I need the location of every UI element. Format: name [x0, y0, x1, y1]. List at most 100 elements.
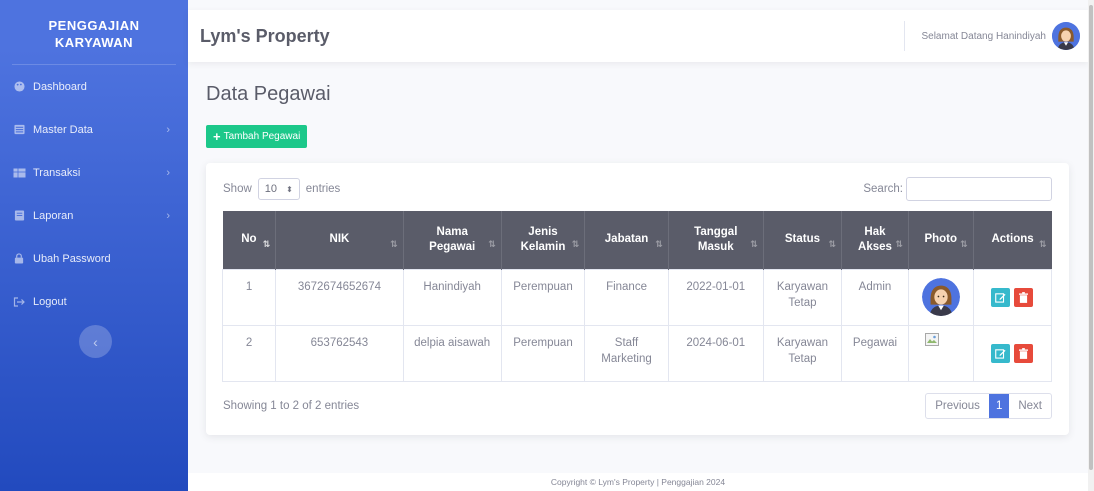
sort-icon: ⇅ — [655, 238, 663, 249]
sidebar-item-label: Logout — [33, 295, 67, 308]
cell-actions — [972, 324, 1053, 382]
topbar: Lym's Property Selamat Datang Hanindiyah — [188, 10, 1088, 62]
database-icon — [12, 123, 26, 137]
chevron-right-icon: › — [166, 209, 170, 222]
sidebar-item-label: Master Data — [33, 123, 93, 136]
column-header-actions[interactable]: Actions ⇅ — [973, 211, 1052, 269]
footer: Copyright © Lym's Property | Penggajian … — [188, 473, 1088, 491]
add-employee-label: Tambah Pegawai — [223, 131, 301, 142]
delete-button[interactable] — [1014, 287, 1034, 307]
column-header-tanggal-masuk[interactable]: Tanggal Masuk ⇅ — [668, 211, 764, 269]
table-row: 2 653762543 delpia aisawah Perempuan Sta… — [221, 324, 1053, 382]
broken-image-icon — [924, 332, 939, 346]
brand-line-2: KARYAWAN — [54, 35, 134, 50]
sidebar-item-label: Transaksi — [33, 166, 81, 179]
column-header-nama[interactable]: Nama Pegawai ⇅ — [403, 211, 502, 269]
sidebar-item-logout[interactable]: Logout — [0, 280, 188, 323]
sidebar-item-transaksi[interactable]: Transaksi › — [0, 151, 188, 194]
user-avatar[interactable] — [1052, 22, 1080, 50]
cell-tanggal-masuk: 2022-01-01 — [667, 268, 764, 326]
sort-icon: ⇅ — [262, 238, 271, 249]
employee-photo — [921, 278, 960, 316]
column-header-hak-akses[interactable]: Hak Akses ⇅ — [841, 211, 909, 269]
trash-icon — [1019, 291, 1029, 303]
chevron-right-icon: › — [166, 166, 170, 179]
plus-icon: + — [213, 129, 221, 144]
page-scrollbar[interactable] — [1088, 0, 1094, 491]
delete-button[interactable] — [1014, 343, 1034, 363]
column-header-jabatan[interactable]: Jabatan ⇅ — [584, 211, 669, 269]
sidebar-item-label: Dashboard — [33, 80, 87, 93]
add-employee-button[interactable]: + Tambah Pegawai — [206, 125, 308, 148]
employee-table: No ⇅ NIK ⇅ Nama Pegawai ⇅ Jenis Kelamin ⇅ Ja… — [221, 211, 1053, 382]
table-header-row: No ⇅ NIK ⇅ Nama Pegawai ⇅ Jenis Kelamin ⇅ Ja… — [222, 211, 1052, 269]
table-row: 1 3672674652674 Hanindiyah Perempuan Fin… — [221, 268, 1053, 326]
search-input[interactable] — [906, 177, 1052, 201]
search-control: Search: — [863, 177, 1052, 201]
pagination: Previous 1 Next — [925, 393, 1052, 419]
column-header-photo[interactable]: Photo ⇅ — [908, 211, 974, 269]
sort-icon: ⇅ — [828, 238, 837, 249]
sidebar-toggle-button[interactable]: ‹ — [79, 325, 112, 358]
column-header-no[interactable]: No ⇅ — [222, 211, 277, 269]
cell-no: 1 — [221, 268, 277, 326]
cell-nik: 3672674652674 — [275, 268, 404, 326]
entries-label: entries — [305, 183, 341, 195]
sort-icon: ⇅ — [960, 238, 968, 249]
cell-jabatan: Staff Marketing — [584, 324, 669, 382]
sidebar-brand[interactable]: PENGGAJIAN KARYAWAN — [0, 0, 188, 64]
sort-icon: ⇅ — [390, 238, 398, 249]
employee-table-card: Show 10 ⬍ entries Search: No ⇅ NIK ⇅ Nama … — [206, 163, 1069, 435]
sidebar: PENGGAJIAN KARYAWAN Dashboard Master Dat… — [0, 0, 188, 491]
cell-jenis-kelamin: Perempuan — [500, 268, 586, 326]
lock-icon — [12, 252, 26, 266]
column-header-nik[interactable]: NIK ⇅ — [275, 211, 404, 269]
cell-photo — [907, 324, 974, 382]
cell-nik: 653762543 — [275, 324, 404, 382]
edit-icon — [995, 348, 1006, 359]
palette-icon — [12, 80, 26, 94]
entries-select-value: 10 — [264, 183, 278, 195]
sidebar-item-ubah-password[interactable]: Ubah Password — [0, 237, 188, 280]
show-entries-control: Show 10 ⬍ entries — [223, 178, 340, 200]
sidebar-item-label: Laporan — [33, 209, 74, 222]
app-title: Lym's Property — [200, 25, 330, 46]
cell-status: Karyawan Tetap — [762, 324, 843, 382]
sort-icon: ⇅ — [895, 238, 903, 249]
sidebar-item-laporan[interactable]: Laporan › — [0, 194, 188, 237]
edit-icon — [995, 292, 1006, 303]
sidebar-item-master-data[interactable]: Master Data › — [0, 108, 188, 151]
pagination-previous[interactable]: Previous — [926, 394, 989, 418]
trash-icon — [1019, 347, 1029, 359]
column-header-status[interactable]: Status ⇅ — [763, 211, 843, 269]
sort-icon: ⇅ — [1038, 238, 1047, 249]
table-icon — [12, 166, 26, 180]
pagination-next[interactable]: Next — [1009, 394, 1051, 418]
select-arrows-icon: ⬍ — [286, 184, 293, 194]
pagination-page-1[interactable]: 1 — [988, 394, 1010, 418]
column-header-jenis-kelamin[interactable]: Jenis Kelamin ⇅ — [501, 211, 586, 269]
cell-photo — [907, 268, 974, 326]
edit-button[interactable] — [991, 287, 1011, 307]
edit-button[interactable] — [991, 343, 1011, 363]
sidebar-item-dashboard[interactable]: Dashboard — [0, 65, 188, 108]
welcome-text[interactable]: Selamat Datang Hanindiyah — [921, 31, 1046, 42]
logout-icon — [12, 295, 26, 309]
cell-nama: Hanindiyah — [402, 268, 502, 326]
show-label: Show — [223, 183, 252, 195]
brand-line-1: PENGGAJIAN — [48, 18, 140, 33]
cell-jenis-kelamin: Perempuan — [500, 324, 586, 382]
cell-no: 2 — [221, 324, 277, 382]
cell-nama: delpia aisawah — [402, 324, 502, 382]
cell-actions — [972, 268, 1053, 326]
cell-hak-akses: Admin — [841, 268, 909, 326]
entries-select[interactable]: 10 ⬍ — [257, 178, 300, 200]
cell-status: Karyawan Tetap — [762, 268, 843, 326]
page-title: Data Pegawai — [206, 83, 331, 105]
sort-icon: ⇅ — [488, 238, 496, 249]
sort-icon: ⇅ — [571, 238, 580, 249]
cell-jabatan: Finance — [584, 268, 669, 326]
chevron-right-icon: › — [166, 123, 170, 136]
sidebar-item-label: Ubah Password — [33, 252, 111, 265]
scrollbar-thumb[interactable] — [1089, 5, 1093, 470]
